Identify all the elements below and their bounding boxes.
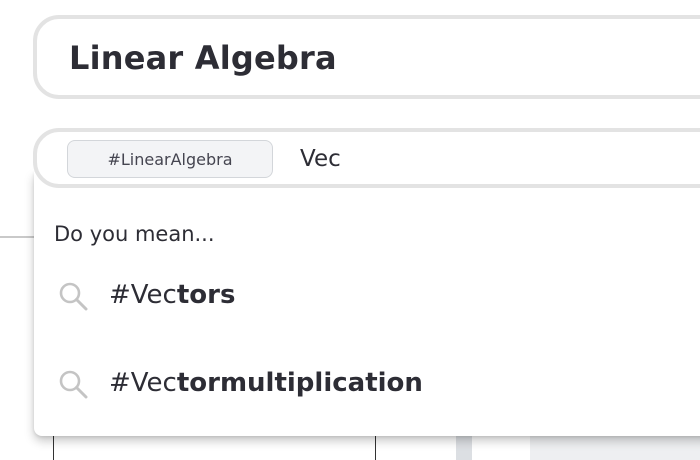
title-field[interactable]: Linear Algebra [33, 15, 700, 99]
tag-search-field[interactable]: #LinearAlgebra [33, 128, 700, 188]
tag-chip[interactable]: #LinearAlgebra [67, 140, 273, 178]
background-divider [0, 236, 34, 238]
suggestion-prefix: #Vec [109, 280, 177, 310]
suggestion-item[interactable]: #Vectormultiplication [34, 356, 700, 412]
background-column-line [375, 436, 376, 460]
suggestion-item[interactable]: #Vectors [34, 268, 700, 324]
title-field-value[interactable]: Linear Algebra [69, 39, 337, 77]
dropdown-hint: Do you mean... [54, 222, 215, 246]
suggestion-completion: tormultiplication [176, 368, 423, 398]
tag-chip-label: #LinearAlgebra [107, 150, 233, 169]
autocomplete-dropdown: Do you mean... #Vectors #Vectormultiplic… [34, 172, 700, 436]
suggestion-label: #Vectormultiplication [109, 368, 423, 398]
background-scroll-block [456, 436, 472, 460]
background-column-line [53, 436, 54, 460]
suggestion-label: #Vectors [109, 280, 235, 310]
suggestion-prefix: #Vec [109, 368, 177, 398]
tag-search-input[interactable] [300, 143, 700, 175]
search-icon [59, 370, 88, 399]
search-icon [59, 282, 88, 311]
background-panel [530, 436, 700, 460]
suggestion-completion: tors [176, 280, 236, 310]
page: Linear Algebra Do you mean... #Vectors #… [0, 0, 700, 460]
